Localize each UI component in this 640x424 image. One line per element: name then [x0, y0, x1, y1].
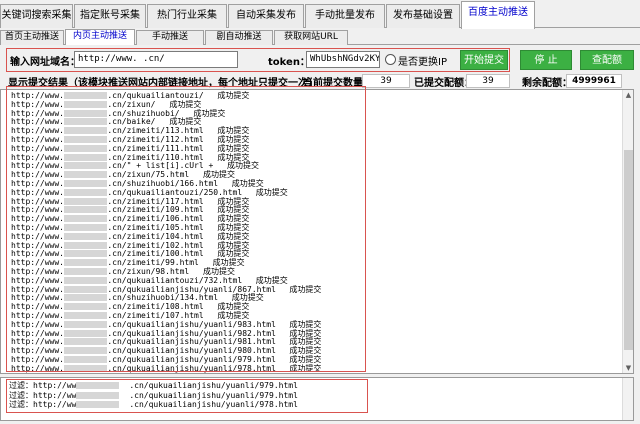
token-input[interactable]: WhUbshNGdv2KY9d1 — [306, 51, 380, 68]
sub-tab-3[interactable]: 剧自动推送 — [205, 30, 273, 45]
remaining-quota-label: 剩余配额： — [522, 78, 572, 89]
log-scrollbar[interactable]: ▲ ▼ — [622, 90, 633, 373]
top-tab-6[interactable]: 百度主动推送 — [461, 1, 535, 29]
top-tab-1[interactable]: 指定账号采集 — [74, 4, 146, 28]
stop-button[interactable]: 停 止 — [520, 50, 572, 70]
sub-tab-2[interactable]: 手动推送 — [136, 30, 204, 45]
log-scroll-thumb[interactable] — [624, 150, 633, 350]
sub-tab-1[interactable]: 内页主动推送 — [65, 29, 135, 45]
top-tab-4[interactable]: 手动批量发布 — [305, 4, 385, 28]
top-tab-3[interactable]: 自动采集发布 — [228, 4, 304, 28]
top-tab-5[interactable]: 发布基础设置 — [386, 4, 460, 28]
site-url-input[interactable]: http://www. .cn/ — [74, 51, 238, 68]
url-label: 输入网址域名： — [10, 57, 80, 68]
current-count-value: 39 — [362, 74, 410, 88]
remaining-quota-value: 4999961 — [566, 74, 622, 88]
top-tab-0[interactable]: 关键词搜索采集 — [0, 4, 73, 28]
submitted-quota-value: 39 — [466, 74, 510, 88]
filter-scrollbar[interactable] — [622, 378, 633, 420]
sub-tab-0[interactable]: 首页主动推送 — [0, 30, 64, 45]
query-quota-button[interactable]: 查配额 — [580, 50, 634, 70]
scroll-down-icon[interactable]: ▼ — [624, 363, 633, 373]
change-ip-label: 是否更换IP — [398, 57, 447, 68]
sub-tab-4[interactable]: 获取网站URL — [274, 30, 348, 45]
log-highlight-frame — [6, 86, 366, 372]
top-tab-bar: 关键词搜索采集 指定账号采集 热门行业采集 自动采集发布 手动批量发布 发布基础设置 百度主… — [0, 0, 640, 29]
scroll-up-icon[interactable]: ▲ — [624, 90, 633, 100]
token-label: token： — [268, 57, 310, 68]
submitted-quota-label: 已提交配额： — [414, 78, 474, 89]
push-form-row: 输入网址域名： http://www. .cn/ token： WhUbshNG… — [0, 48, 640, 72]
sub-tab-bar: 首页主动推送 内页主动推送 手动推送 剧自动推送 获取网站URL — [0, 29, 640, 45]
start-submit-button[interactable]: 开始提交 — [460, 50, 508, 70]
top-tab-2[interactable]: 热门行业采集 — [147, 4, 227, 28]
change-ip-radio[interactable] — [385, 54, 396, 65]
filter-highlight-frame — [6, 379, 368, 413]
